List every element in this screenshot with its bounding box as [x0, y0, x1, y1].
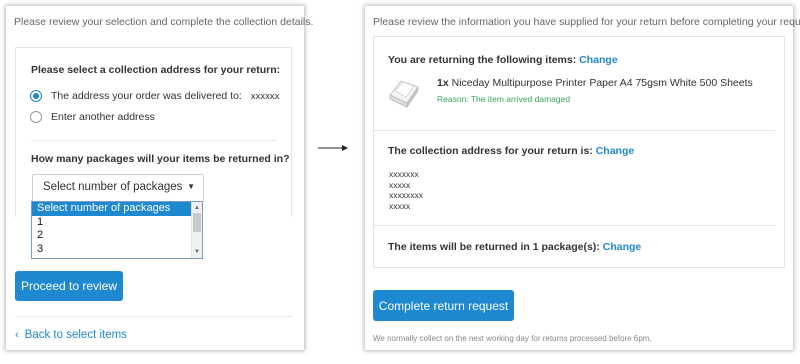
right-intro-text: Please review the information you have s…	[373, 16, 800, 28]
items-heading-text: You are returning the following items:	[388, 54, 577, 66]
address-line: xxxxxxx	[389, 169, 419, 179]
scrollbar-thumb[interactable]	[193, 213, 201, 232]
arrow-right-icon	[318, 145, 348, 151]
packages-option[interactable]: 1	[32, 216, 202, 230]
scroll-down-icon[interactable]: ▼	[194, 249, 200, 255]
packages-select-value: Select number of packages	[43, 181, 183, 193]
radio-unselected-icon[interactable]	[30, 111, 42, 123]
divider	[31, 140, 276, 141]
address-heading: The collection address for your return i…	[388, 145, 634, 157]
back-to-select-items-link[interactable]: ‹ Back to select items	[15, 329, 127, 341]
item-return-reason: Reason: The item arrived damaged	[437, 94, 571, 104]
complete-return-button[interactable]: Complete return request	[373, 290, 514, 321]
address-option-other-label: Enter another address	[51, 111, 155, 123]
packages-option[interactable]: 2	[32, 229, 202, 243]
address-heading-text: The collection address for your return i…	[388, 145, 593, 157]
back-link-label: Back to select items	[24, 329, 127, 341]
packages-option[interactable]: Select number of packages	[32, 202, 202, 216]
radio-selected-icon[interactable]	[30, 90, 42, 102]
address-line: xxxxxxxx	[389, 190, 423, 200]
item-name: Niceday Multipurpose Printer Paper A4 75…	[451, 77, 753, 89]
return-item-line: 1x Niceday Multipurpose Printer Paper A4…	[437, 77, 753, 89]
address-option-other[interactable]: Enter another address	[30, 110, 155, 124]
item-quantity: 1x	[437, 77, 449, 89]
divider	[15, 316, 292, 317]
collection-details-panel: Please review your selection and complet…	[6, 6, 313, 350]
packages-summary: The items will be returned in 1 package(…	[388, 241, 641, 253]
packages-dropdown-list[interactable]: Select number of packages 1 2 3 ▲ ▼	[31, 201, 203, 259]
address-option-delivered-label: The address your order was delivered to:	[51, 90, 242, 102]
change-items-link[interactable]: Change	[579, 54, 618, 66]
divider	[373, 225, 775, 226]
chevron-left-icon: ‹	[15, 329, 19, 341]
collection-address: xxxxxxx xxxxx xxxxxxxx xxxxx	[389, 169, 423, 211]
packages-summary-text: The items will be returned in 1 package(…	[388, 241, 600, 253]
divider	[373, 130, 775, 131]
review-panel: Please review the information you have s…	[365, 6, 800, 350]
packages-heading: How many packages will your items be ret…	[31, 153, 290, 165]
address-line: xxxxx	[389, 200, 411, 211]
left-intro-text: Please review your selection and complet…	[14, 16, 314, 28]
packages-select[interactable]: Select number of packages ▼	[32, 174, 204, 202]
change-packages-link[interactable]: Change	[603, 241, 642, 253]
scroll-up-icon[interactable]: ▲	[194, 205, 200, 211]
address-option-delivered[interactable]: The address your order was delivered to:…	[30, 89, 279, 103]
address-line: xxxxx	[389, 179, 411, 190]
packages-option[interactable]: 3	[32, 243, 202, 257]
proceed-to-review-button[interactable]: Proceed to review	[15, 271, 123, 301]
address-heading: Please select a collection address for y…	[31, 64, 281, 76]
items-heading: You are returning the following items: C…	[388, 54, 618, 66]
dropdown-scrollbar[interactable]: ▲ ▼	[191, 202, 202, 258]
collection-footnote: We normally collect on the next working …	[373, 334, 652, 343]
change-address-link[interactable]: Change	[596, 145, 635, 157]
delivered-address-value: xxxxxx	[250, 90, 280, 102]
caret-down-icon: ▼	[187, 182, 195, 191]
printer-paper-icon	[389, 80, 419, 109]
